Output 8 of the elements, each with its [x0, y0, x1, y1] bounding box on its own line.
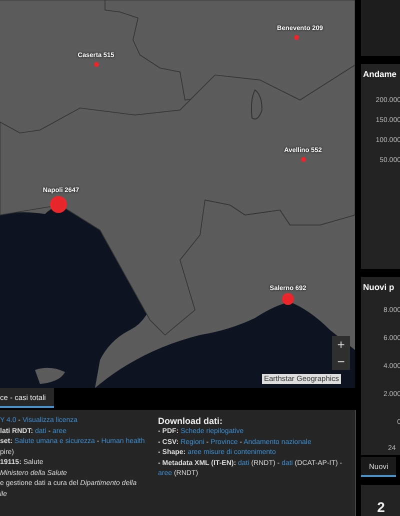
download-heading: Download dati:: [158, 416, 224, 426]
stat-value: 2: [377, 500, 385, 514]
case-marker[interactable]: [94, 62, 98, 66]
chart-title: Andame: [362, 68, 398, 79]
case-marker[interactable]: [300, 156, 306, 162]
chart-title: Nuovi p: [362, 281, 396, 292]
summary-panel: [361, 0, 400, 56]
case-marker[interactable]: [294, 34, 298, 40]
